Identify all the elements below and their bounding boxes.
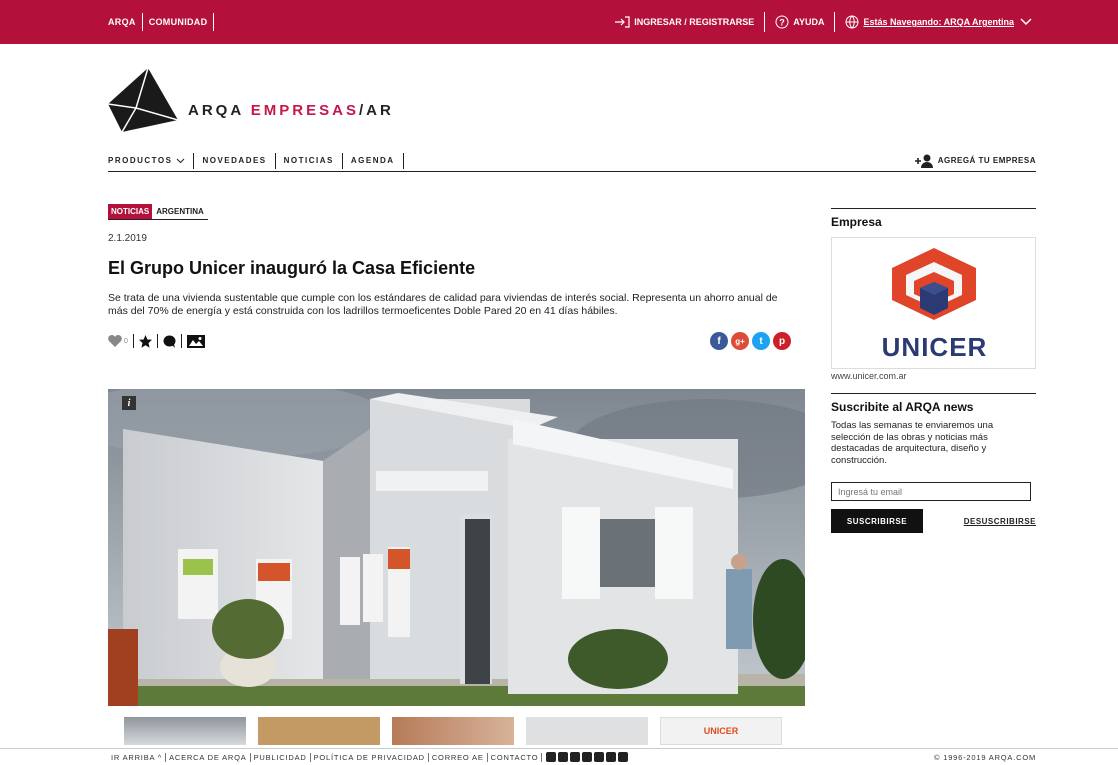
help-label: AYUDA bbox=[793, 17, 825, 27]
footer-social-icons bbox=[546, 752, 629, 762]
facebook-icon[interactable] bbox=[558, 752, 569, 762]
brand-region: /AR bbox=[358, 102, 394, 119]
rss-icon[interactable] bbox=[618, 752, 629, 762]
comment-button[interactable] bbox=[158, 334, 182, 348]
top-link-arqa[interactable]: ARQA bbox=[108, 13, 143, 31]
pinterest-icon[interactable]: p bbox=[773, 332, 791, 350]
company-heading: Empresa bbox=[831, 208, 1036, 229]
like-button[interactable]: 0 bbox=[108, 334, 134, 348]
company-url[interactable]: www.unicer.com.ar bbox=[831, 371, 1036, 381]
login-link[interactable]: INGRESAR / REGISTRARSE bbox=[604, 12, 766, 32]
image-icon bbox=[186, 334, 205, 348]
thumbnail[interactable] bbox=[526, 717, 648, 745]
footer-link-contacto[interactable]: CONTACTO bbox=[488, 752, 543, 762]
login-label: INGRESAR / REGISTRARSE bbox=[634, 17, 755, 27]
chevron-up-icon: ^ bbox=[157, 752, 163, 762]
region-selector[interactable]: Estás Navegando: ARQA Argentina bbox=[835, 12, 1036, 32]
add-company-link[interactable]: AGREGÁ TU EMPRESA bbox=[914, 154, 1036, 168]
article-tags: NOTICIAS ARGENTINA bbox=[108, 204, 208, 220]
main-nav: PRODUCTOS NOVEDADES NOTICIAS AGENDA AGRE… bbox=[108, 150, 1036, 172]
mail-icon[interactable] bbox=[546, 752, 557, 762]
help-icon: ? bbox=[775, 15, 789, 29]
footer: IR ARRIBA ^ ACERCA DE ARQA PUBLICIDAD PO… bbox=[0, 748, 1118, 765]
heart-icon bbox=[108, 335, 122, 347]
svg-text:?: ? bbox=[780, 18, 786, 28]
footer-link-acerca[interactable]: ACERCA DE ARQA bbox=[166, 752, 251, 762]
nav-novedades[interactable]: NOVEDADES bbox=[194, 152, 276, 169]
footer-link-correo[interactable]: CORREO AE bbox=[429, 752, 488, 762]
copyright: © 1996-2019 ARQA.COM bbox=[934, 753, 1036, 762]
region-label: Estás Navegando: ARQA Argentina bbox=[863, 17, 1014, 27]
add-company-label: AGREGÁ TU EMPRESA bbox=[937, 156, 1036, 165]
thumbnail[interactable] bbox=[392, 717, 514, 745]
like-count: 0 bbox=[124, 337, 128, 345]
social-share: f g+ t p bbox=[710, 332, 791, 350]
top-link-comunidad[interactable]: COMUNIDAD bbox=[143, 13, 215, 31]
brand-wordmark[interactable]: ARQA EMPRESAS/AR bbox=[188, 102, 394, 119]
star-icon bbox=[138, 334, 152, 348]
chevron-down-icon bbox=[177, 158, 185, 163]
favorite-button[interactable] bbox=[134, 334, 158, 348]
company-logo-card[interactable]: UNICER bbox=[831, 237, 1036, 369]
add-user-icon bbox=[914, 154, 933, 168]
globe-icon bbox=[845, 15, 859, 29]
hero-photo[interactable]: i bbox=[108, 389, 805, 706]
gallery-button[interactable] bbox=[182, 334, 210, 348]
twitter-icon[interactable]: t bbox=[752, 332, 770, 350]
top-links: ARQA COMUNIDAD bbox=[108, 0, 215, 44]
help-link[interactable]: ? AYUDA bbox=[765, 12, 836, 32]
article-date: 2.1.2019 bbox=[108, 233, 147, 244]
thumbnail[interactable]: UNICER bbox=[660, 717, 782, 745]
nav-productos[interactable]: PRODUCTOS bbox=[108, 152, 195, 169]
twitter-icon[interactable] bbox=[582, 752, 593, 762]
newsletter-heading: Suscribite al ARQA news bbox=[831, 393, 1036, 414]
article-lead: Se trata de una vivienda sustentable que… bbox=[108, 292, 778, 317]
google-plus-icon[interactable] bbox=[570, 752, 581, 762]
subscribe-button[interactable]: SUSCRIBIRSE bbox=[831, 509, 923, 533]
brand-empresas: EMPRESAS bbox=[250, 102, 359, 119]
email-input[interactable] bbox=[831, 482, 1031, 501]
pinterest-icon[interactable] bbox=[594, 752, 605, 762]
footer-link-publicidad[interactable]: PUBLICIDAD bbox=[251, 752, 311, 762]
top-bar: ARQA COMUNIDAD INGRESAR / REGISTRARSE ? … bbox=[0, 0, 1118, 44]
info-icon[interactable]: i bbox=[122, 396, 136, 410]
facebook-icon[interactable]: f bbox=[710, 332, 728, 350]
footer-link-privacidad[interactable]: POLÍTICA DE PRIVACIDAD bbox=[311, 752, 429, 762]
google-plus-icon[interactable]: g+ bbox=[731, 332, 749, 350]
sidebar: Empresa UNICER www.unicer.com.ar Suscrib… bbox=[831, 208, 1036, 533]
company-logo-text: UNICER bbox=[881, 332, 988, 362]
brand-arqa: ARQA bbox=[188, 102, 251, 119]
top-right-links: INGRESAR / REGISTRARSE ? AYUDA Estás Nav… bbox=[604, 0, 1036, 44]
nav-productos-label: PRODUCTOS bbox=[108, 155, 173, 165]
chevron-down-icon bbox=[1020, 18, 1032, 26]
newsletter-description: Todas las semanas te enviaremos una sele… bbox=[831, 420, 994, 466]
nav-noticias[interactable]: NOTICIAS bbox=[276, 152, 343, 169]
instagram-icon[interactable] bbox=[606, 752, 617, 762]
gallery-thumbnails: UNICER bbox=[124, 717, 782, 745]
tag-argentina[interactable]: ARGENTINA bbox=[152, 204, 208, 219]
subscribe-row: SUSCRIBIRSE DESUSCRIBIRSE bbox=[831, 509, 1036, 533]
thumbnail[interactable] bbox=[258, 717, 380, 745]
house-photo bbox=[108, 389, 805, 706]
login-icon bbox=[615, 16, 630, 28]
comment-icon bbox=[163, 335, 176, 348]
nav-agenda[interactable]: AGENDA bbox=[343, 152, 404, 169]
thumbnail[interactable] bbox=[124, 717, 246, 745]
back-to-top-label: IR ARRIBA bbox=[111, 752, 155, 762]
unsubscribe-link[interactable]: DESUSCRIBIRSE bbox=[964, 517, 1036, 526]
tag-noticias[interactable]: NOTICIAS bbox=[108, 204, 153, 219]
back-to-top-link[interactable]: IR ARRIBA ^ bbox=[108, 752, 167, 762]
thumbnail-unicer-logo: UNICER bbox=[703, 726, 739, 736]
article-title: El Grupo Unicer inauguró la Casa Eficien… bbox=[108, 258, 476, 278]
article-actions: 0 bbox=[108, 334, 210, 348]
arqa-logo[interactable] bbox=[108, 68, 178, 132]
footer-links: IR ARRIBA ^ ACERCA DE ARQA PUBLICIDAD PO… bbox=[108, 752, 629, 762]
